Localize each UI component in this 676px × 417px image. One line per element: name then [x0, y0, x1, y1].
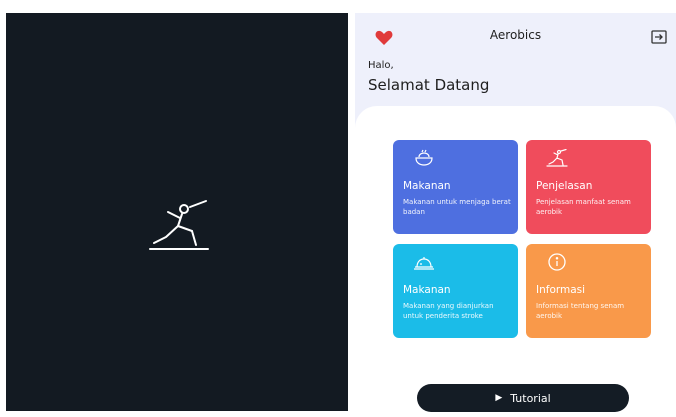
card-informasi[interactable]: Informasi Informasi tentang senam aerobi… — [526, 244, 651, 338]
play-icon: ▶ — [495, 393, 503, 403]
food-bowl-icon — [415, 149, 433, 166]
app-screen: Aerobics Halo, Selamat Datang Makanan Ma… — [355, 13, 676, 417]
card-title: Penjelasan — [536, 180, 593, 192]
tutorial-button[interactable]: ▶ Tutorial — [417, 384, 629, 412]
info-icon — [548, 253, 566, 271]
tutorial-label: Tutorial — [510, 391, 551, 405]
splash-screen — [6, 13, 348, 411]
app-title: Aerobics — [489, 28, 542, 42]
aerobics-pose-icon — [546, 149, 568, 167]
logout-icon[interactable] — [651, 30, 667, 44]
card-penjelasan[interactable]: Penjelasan Penjelasan manfaat senam aero… — [526, 140, 651, 234]
greeting-text: Halo, — [368, 60, 394, 71]
card-makanan-stroke[interactable]: Makanan Makanan yang dianjurkan untuk pe… — [393, 244, 518, 338]
card-title: Makanan — [403, 284, 451, 296]
food-tray-icon — [414, 257, 434, 270]
card-description: Makanan untuk menjaga berat badan — [403, 198, 511, 216]
card-description: Informasi tentang senam aerobik — [536, 302, 625, 320]
card-title: Informasi — [536, 284, 586, 296]
aerobics-pose-icon — [149, 200, 209, 250]
welcome-text: Selamat Datang — [368, 76, 490, 94]
card-description: Penjelasan manfaat senam aerobik — [536, 198, 631, 216]
card-makanan[interactable]: Makanan Makanan untuk menjaga berat bada… — [393, 140, 518, 234]
card-description: Makanan yang dianjurkan untuk penderita … — [403, 302, 494, 320]
card-title: Makanan — [403, 180, 451, 192]
